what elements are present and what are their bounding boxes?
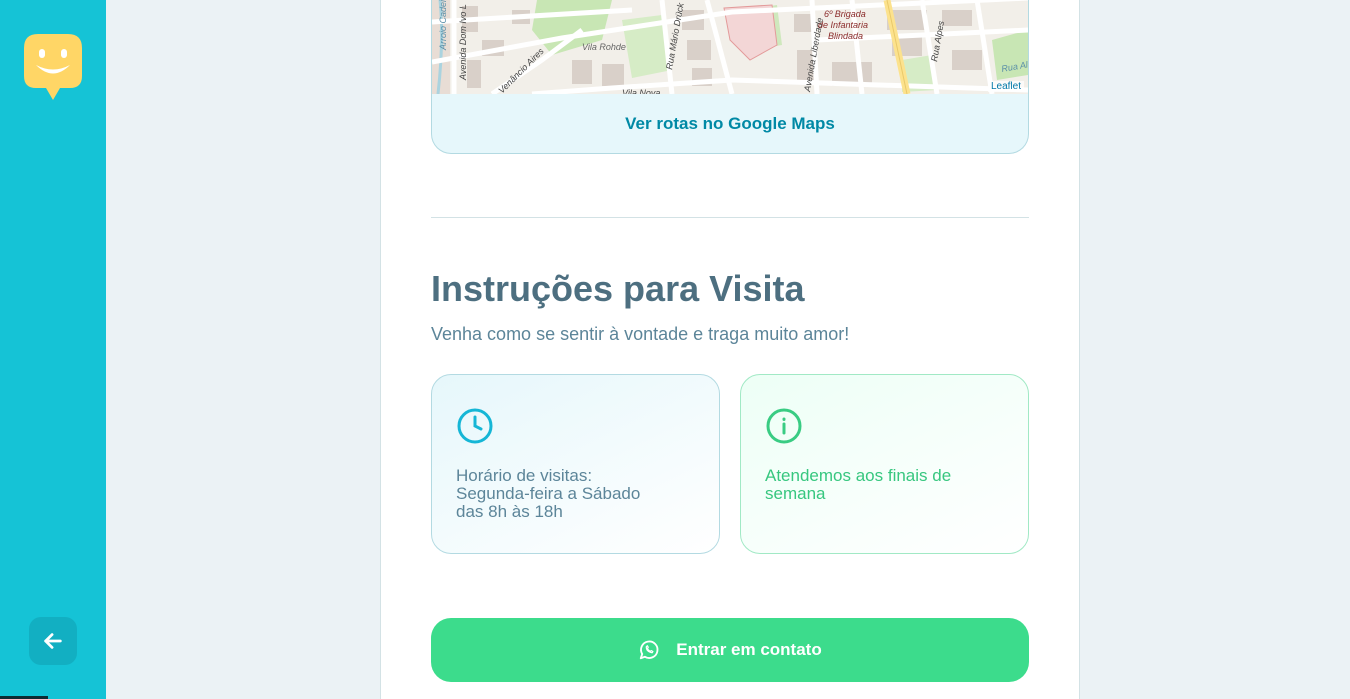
arrow-left-icon — [44, 633, 62, 649]
back-button[interactable] — [29, 617, 77, 665]
map-container: Arroio Cadeia Avenida Dom Ivo L Venâncio… — [431, 0, 1029, 154]
svg-text:6º Brigada: 6º Brigada — [824, 9, 866, 19]
instructions-title: Instruções para Visita — [431, 268, 805, 309]
svg-text:Blindada: Blindada — [828, 31, 863, 41]
google-maps-directions-link[interactable]: Ver rotas no Google Maps — [432, 94, 1028, 153]
contact-button-label: Entrar em contato — [676, 640, 822, 659]
sidebar — [0, 0, 106, 699]
svg-text:de Infantaria: de Infantaria — [818, 20, 868, 30]
svg-text:Vila Rohde: Vila Rohde — [582, 42, 626, 52]
whatsapp-icon — [640, 640, 659, 660]
info-icon — [766, 408, 802, 444]
svg-text:Avenida Dom Ivo L: Avenida Dom Ivo L — [458, 4, 468, 81]
svg-text:Arroio Cadeia: Arroio Cadeia — [438, 0, 448, 51]
instructions-description: Venha como se sentir à vontade e traga m… — [431, 324, 850, 344]
orphanage-details-card: Arroio Cadeia Avenida Dom Ivo L Venâncio… — [380, 0, 1080, 699]
contact-button[interactable]: Entrar em contato — [431, 618, 1029, 682]
weekend-info-card: Atendemos aos finais de semana — [740, 374, 1029, 554]
map[interactable]: Arroio Cadeia Avenida Dom Ivo L Venâncio… — [432, 0, 1028, 94]
weekend-info-text: Atendemos aos finais de semana — [765, 466, 952, 503]
visiting-hours-text: Horário de visitas: Segunda-feira a Sába… — [456, 466, 641, 521]
clock-icon — [457, 408, 493, 444]
divider — [431, 217, 1029, 218]
visiting-hours-card: Horário de visitas: Segunda-feira a Sába… — [431, 374, 720, 554]
happy-face-logo-icon[interactable] — [24, 34, 82, 102]
leaflet-attribution[interactable]: Leaflet — [987, 81, 1024, 92]
